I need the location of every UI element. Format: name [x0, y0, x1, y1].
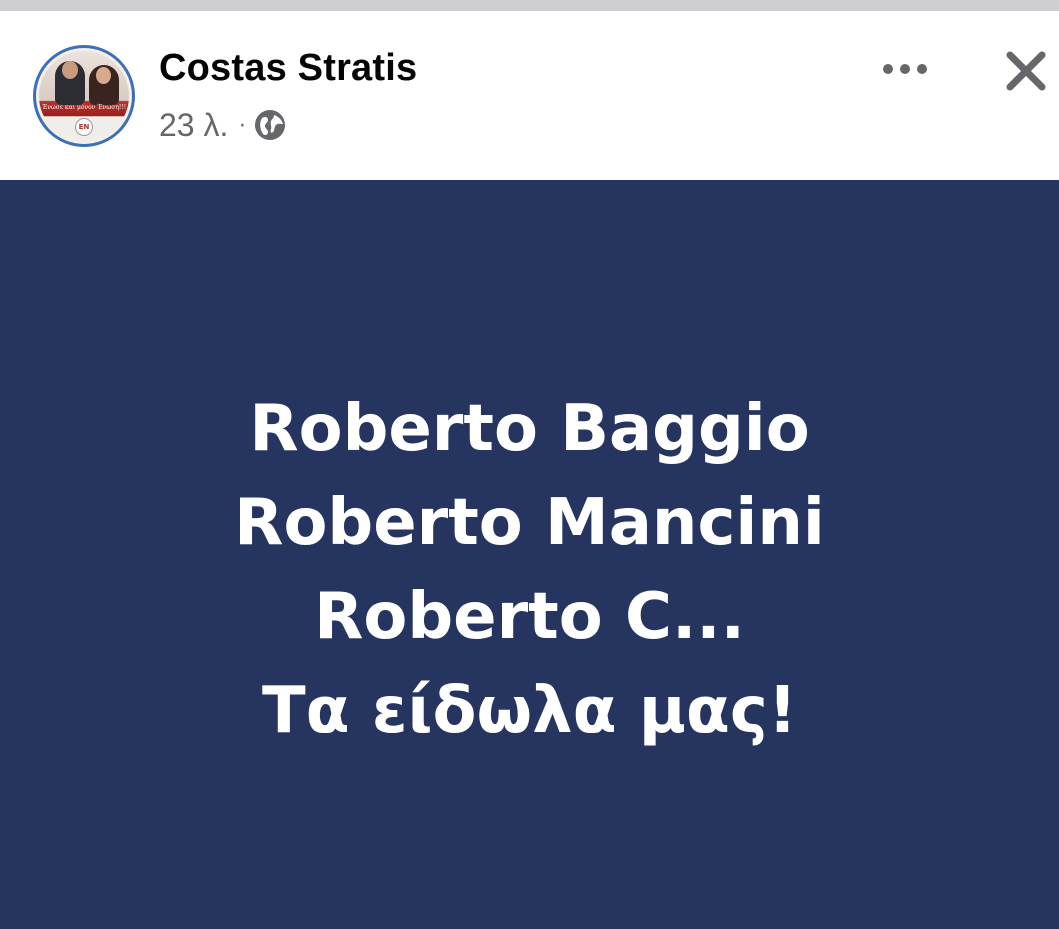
avatar-face-right — [96, 67, 111, 84]
post-text-card[interactable]: Roberto Baggio Roberto Mancini Roberto C… — [0, 180, 1059, 929]
post-timestamp[interactable]: 23 λ. — [159, 107, 228, 144]
more-options-button[interactable] — [878, 51, 934, 87]
avatar-photo: Ένωσε και μόνον Ένωση!!! ΕΝ — [39, 51, 129, 141]
author-avatar[interactable]: Ένωσε και μόνον Ένωση!!! ΕΝ — [33, 45, 135, 147]
close-icon — [1006, 51, 1046, 91]
post-header: Ένωσε και μόνον Ένωση!!! ΕΝ Costas Strat… — [0, 11, 1059, 180]
meta-separator: · — [238, 111, 247, 138]
globe-icon[interactable] — [254, 109, 286, 141]
avatar-logo: ΕΝ — [75, 118, 93, 136]
post-line-1: Roberto Baggio — [249, 392, 810, 466]
post-message: Roberto Baggio Roberto Mancini Roberto C… — [0, 382, 1059, 758]
post-meta: 23 λ. · — [159, 105, 286, 145]
top-divider — [0, 0, 1059, 11]
avatar-ribbon-text: Ένωσε και μόνον Ένωση!!! — [41, 104, 127, 111]
post-line-4: Τα είδωλα μας! — [262, 674, 797, 748]
author-name[interactable]: Costas Stratis — [159, 45, 417, 91]
post-line-2: Roberto Mancini — [234, 486, 825, 560]
post-line-3: Roberto C... — [314, 580, 745, 654]
avatar-face-left — [62, 61, 78, 79]
facebook-post-view: Ένωσε και μόνον Ένωση!!! ΕΝ Costas Strat… — [0, 0, 1059, 929]
close-button[interactable] — [1001, 46, 1051, 96]
